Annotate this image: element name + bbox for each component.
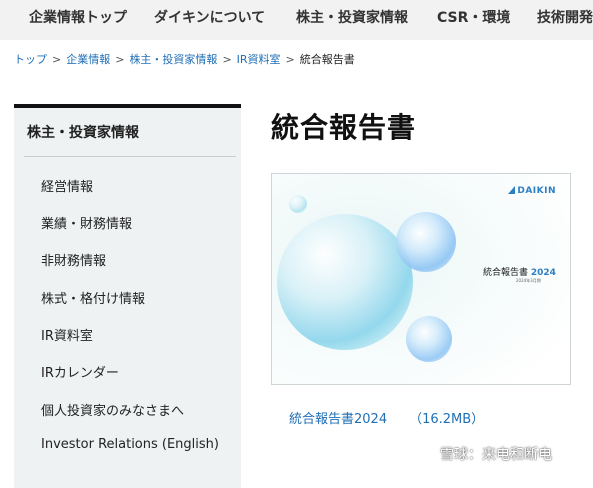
report-cover-image[interactable]: DAIKIN 統合報告書 2024 2024年3月期 (271, 173, 571, 385)
report-download-link[interactable]: 統合報告書2024 （16.2MB） (289, 408, 484, 427)
nav-csr-environment[interactable]: CSR・環境 (437, 0, 510, 40)
sidebar-item-ir-library[interactable]: IR資料室 (41, 325, 93, 344)
nav-company-top[interactable]: 企業情報トップ (29, 0, 127, 40)
sidebar-item-stock-rating[interactable]: 株式・格付け情報 (41, 288, 145, 307)
cover-title-text: 統合報告書 (483, 268, 529, 278)
nav-investor-relations[interactable]: 株主・投資家情報 (296, 0, 408, 40)
cover-title: 統合報告書 2024 (483, 265, 556, 278)
page-title: 統合報告書 (271, 111, 417, 144)
breadcrumb-separator: > (222, 53, 232, 66)
breadcrumb-company[interactable]: 企業情報 (66, 53, 110, 66)
nav-about-daikin[interactable]: ダイキンについて (154, 0, 265, 40)
breadcrumb-separator: > (285, 53, 295, 66)
nav-technology[interactable]: 技術開発 (537, 0, 593, 40)
breadcrumb-current: 統合報告書 (299, 53, 355, 66)
breadcrumb-separator: > (115, 53, 125, 66)
cover-year: 2024 (530, 268, 556, 278)
report-link-label[interactable]: 統合報告書2024 (289, 412, 387, 427)
breadcrumb-separator: > (52, 53, 62, 66)
daikin-logo-mark-icon (508, 186, 516, 194)
daikin-logo-text: DAIKIN (517, 186, 556, 196)
breadcrumb-ir-library[interactable]: IR資料室 (237, 53, 281, 66)
sidebar-item-individual-investors[interactable]: 個人投資家のみなさまへ (41, 400, 184, 419)
sidebar-item-management[interactable]: 経営情報 (41, 176, 93, 195)
sidebar-item-ir-calendar[interactable]: IRカレンダー (41, 362, 119, 381)
sidebar-item-financial[interactable]: 業績・財務情報 (41, 213, 132, 232)
watermark: 雪球：来电和断电 (440, 447, 552, 463)
breadcrumb-top[interactable]: トップ (14, 53, 47, 66)
sidebar: 株主・投資家情報 経営情報 業績・財務情報 非財務情報 株式・格付け情報 IR資… (14, 104, 241, 488)
breadcrumb: トップ > 企業情報 > 株主・投資家情報 > IR資料室 > 統合報告書 (14, 51, 355, 67)
sidebar-divider (24, 156, 236, 157)
cover-subtitle: 2024年3月期 (516, 278, 541, 283)
sidebar-item-english-ir[interactable]: Investor Relations (English) (41, 437, 219, 452)
report-file-size: （16.2MB） (409, 412, 485, 427)
sidebar-title[interactable]: 株主・投資家情報 (27, 122, 139, 142)
breadcrumb-ir[interactable]: 株主・投資家情報 (129, 53, 217, 66)
global-nav: 企業情報トップ ダイキンについて 株主・投資家情報 CSR・環境 技術開発 (0, 0, 593, 40)
daikin-logo: DAIKIN (508, 186, 556, 196)
sidebar-item-non-financial[interactable]: 非財務情報 (41, 250, 106, 269)
